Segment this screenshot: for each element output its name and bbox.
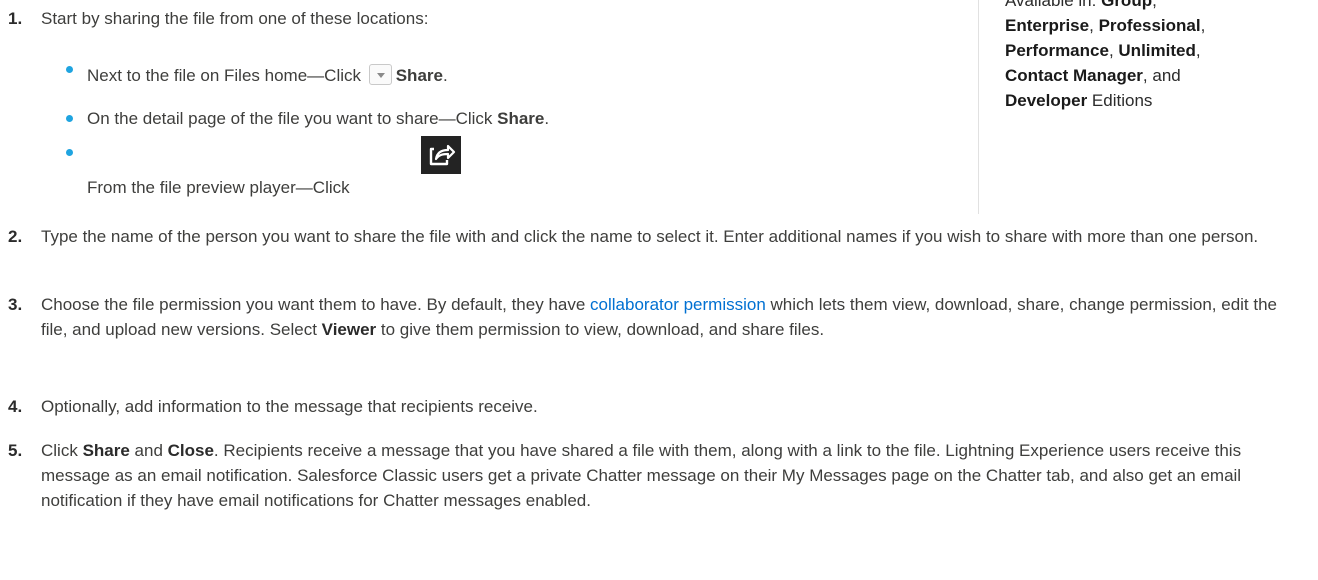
edition-professional: Professional — [1098, 16, 1201, 35]
editions-text: Editions — [1087, 91, 1153, 110]
step-number: 4. — [8, 397, 23, 416]
step-text: Click — [41, 441, 83, 460]
step-number: 5. — [8, 441, 23, 460]
bullet-dot — [66, 115, 73, 122]
step-number: 3. — [8, 295, 23, 314]
separator: , — [1089, 16, 1094, 35]
separator: , — [1152, 0, 1157, 10]
bullet-dot — [66, 149, 73, 156]
dropdown-arrow-icon[interactable] — [368, 64, 392, 85]
step-3: 3. Choose the file permission you want t… — [8, 292, 1308, 342]
step-number: 1. — [8, 9, 23, 28]
editions-sidebar: Available in: Group, Enterprise, Profess… — [978, 0, 1305, 214]
collaborator-permission-link[interactable]: collaborator permission — [590, 295, 766, 314]
bullet-text: From the file preview player—Click — [87, 178, 350, 197]
viewer-bold: Viewer — [321, 320, 377, 339]
edition-performance: Performance — [1005, 41, 1109, 60]
share-icon[interactable] — [421, 136, 461, 174]
edition-enterprise: Enterprise — [1005, 16, 1090, 35]
sidebar-prefix: Available in: — [1005, 0, 1102, 10]
edition-group: Group — [1101, 0, 1153, 10]
bullet-text-end: . — [442, 66, 448, 85]
bullet-text: Next to the file on Files home—Click — [87, 66, 366, 85]
separator: , — [1195, 41, 1201, 60]
edition-unlimited: Unlimited — [1118, 41, 1196, 60]
and-text: , and — [1142, 66, 1181, 85]
bullet-bold: Share — [497, 109, 545, 128]
step-text: . Recipients receive a message that you … — [41, 441, 1242, 510]
step-5: 5. Click Share and Close. Recipients rec… — [8, 438, 1308, 513]
step-text: and — [129, 441, 168, 460]
bullet-dot — [66, 66, 73, 73]
step-text: Type the name of the person you want to … — [41, 227, 1259, 246]
bullet-item: On the detail page of the file you want … — [66, 106, 549, 131]
step-4: 4. Optionally, add information to the me… — [8, 394, 1308, 419]
step-text: Choose the file permission you want them… — [41, 295, 591, 314]
bullet-text: On the detail page of the file you want … — [87, 109, 498, 128]
separator: , — [1108, 41, 1114, 60]
edition-developer: Developer — [1005, 91, 1088, 110]
step-2: 2. Type the name of the person you want … — [8, 224, 1308, 249]
bullet-item: Next to the file on Files home—Click Sha… — [66, 63, 448, 88]
bullet-item-text: From the file preview player—Click — [66, 175, 350, 200]
share-bold: Share — [82, 441, 130, 460]
step-text: to give them permission to view, downloa… — [376, 320, 825, 339]
edition-contact-manager: Contact Manager — [1005, 66, 1143, 85]
close-bold: Close — [167, 441, 214, 460]
bullet-text-end: . — [544, 109, 550, 128]
step-number: 2. — [8, 227, 23, 246]
bullet-bold: Share — [395, 66, 443, 85]
separator: , — [1200, 16, 1206, 35]
step-text: Optionally, add information to the messa… — [41, 397, 538, 416]
